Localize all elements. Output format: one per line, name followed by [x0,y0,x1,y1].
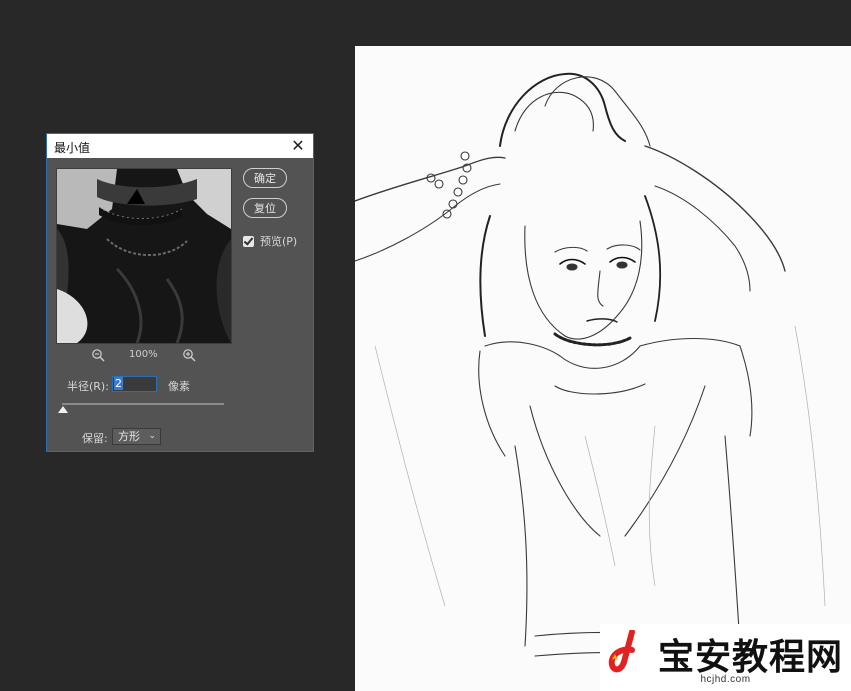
zoom-in-icon[interactable] [182,348,196,362]
preview-image [57,169,231,343]
watermark-text: 宝安教程网 [658,636,844,678]
document-canvas[interactable] [355,46,851,691]
zoom-out-icon[interactable] [91,348,105,362]
close-icon[interactable]: ✕ [289,137,307,155]
radius-label: 半径(R): [67,380,109,393]
zoom-level: 100% [129,349,158,360]
site-logo-icon [608,630,635,673]
keep-select[interactable]: 方形 ⌄ [112,428,161,445]
dialog-titlebar[interactable]: 最小值 ✕ [47,134,313,158]
radius-slider-thumb[interactable] [58,406,68,413]
preview-label: 预览(P) [260,235,298,248]
radius-unit: 像素 [168,380,190,393]
zoom-controls: 100% [91,348,201,364]
ok-button[interactable]: 确定 [243,168,287,188]
keep-value: 方形 [118,430,140,443]
sketch-image [355,72,826,659]
watermark: 宝安教程网 hcjhd.com [600,624,851,691]
preview-checkbox[interactable] [243,235,254,247]
radius-value: 2 [114,377,123,390]
filter-preview[interactable] [56,168,232,344]
minimum-filter-dialog: 最小值 ✕ 确定 复位 预览(P) 100% 半径(R): 2 像素 保留: 方… [46,133,314,452]
radius-slider-track[interactable] [62,403,224,405]
chevron-down-icon: ⌄ [148,431,156,441]
radius-input[interactable]: 2 [112,376,157,392]
reset-button[interactable]: 复位 [243,198,287,218]
watermark-url: hcjhd.com [700,674,751,685]
dialog-title: 最小值 [54,141,91,155]
keep-label: 保留: [82,432,108,445]
preview-checkbox-row[interactable]: 预览(P) [243,233,297,249]
